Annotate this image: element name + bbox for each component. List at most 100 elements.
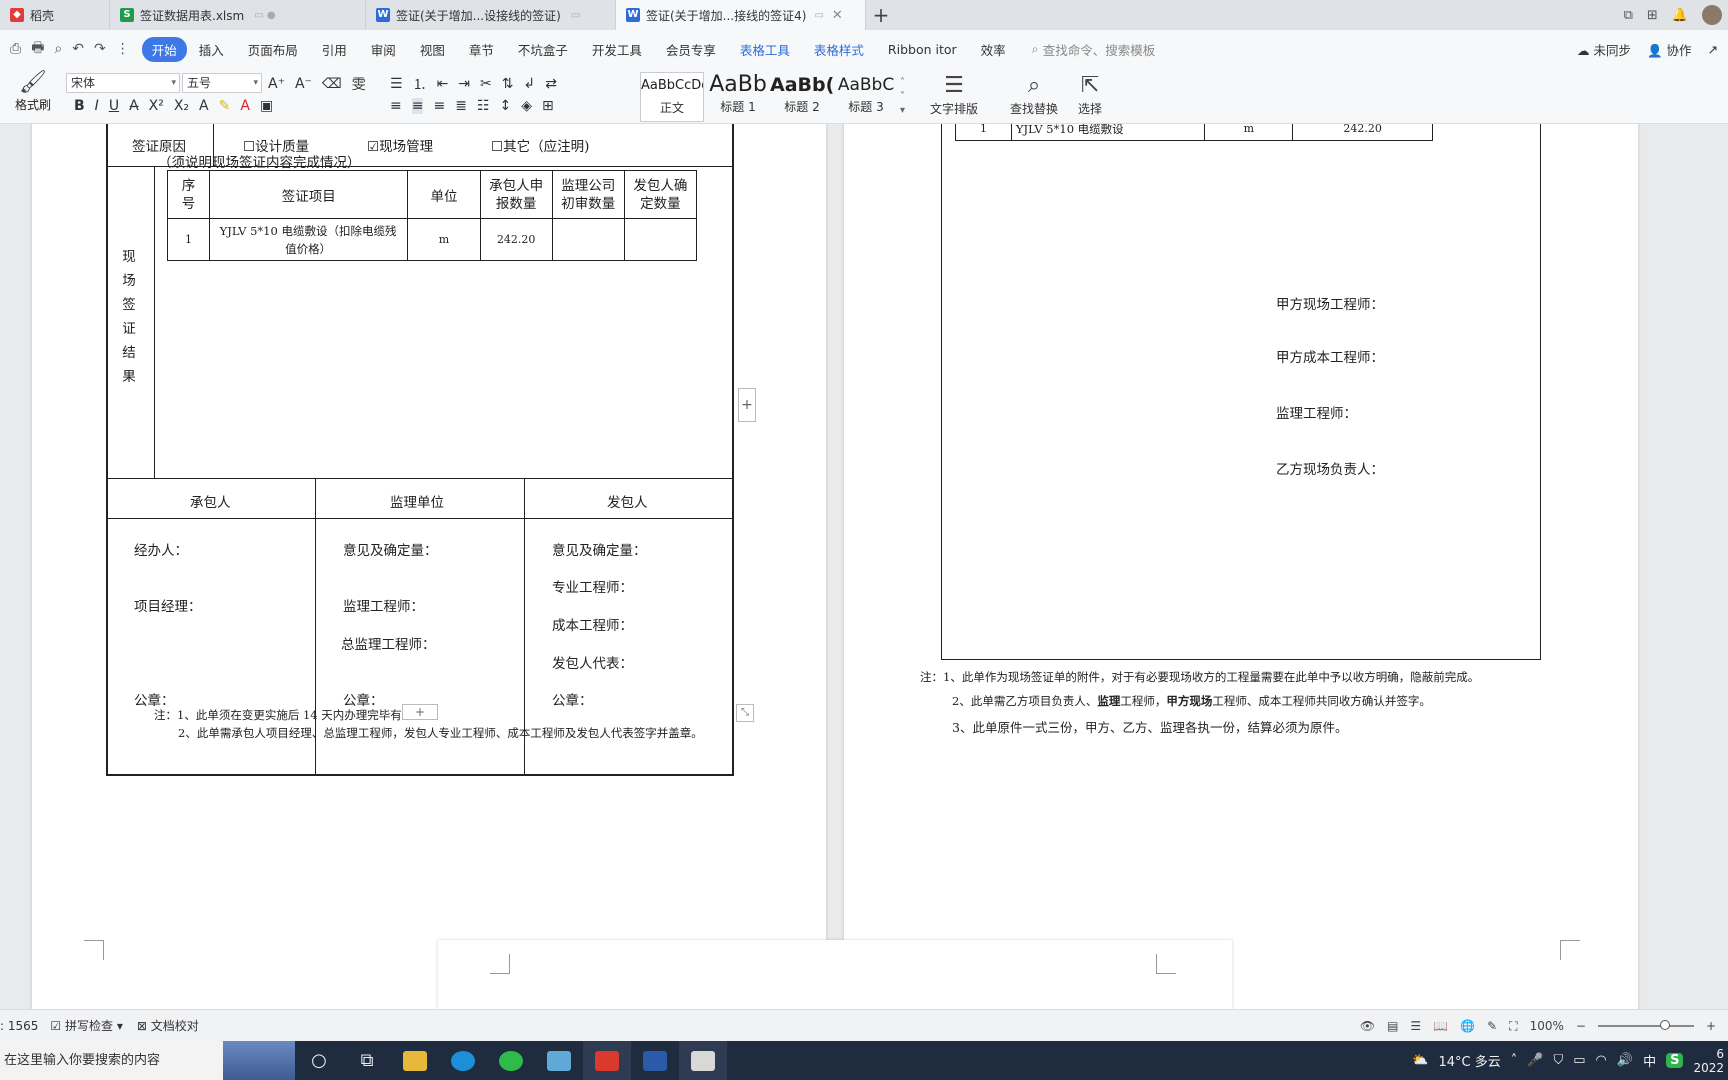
font-name-select[interactable]: 宋体 [66,73,180,93]
snipping-icon[interactable] [679,1041,727,1080]
table-cell[interactable] [551,218,625,261]
menu-efficiency[interactable]: 效率 [969,40,1018,59]
taskbar-search[interactable]: 在这里输入你要搜索的内容 [0,1041,295,1080]
menu-review[interactable]: 审阅 [359,40,408,59]
borders-icon[interactable]: ⊞ [542,98,554,114]
weather-icon[interactable]: ⛅ [1412,1053,1428,1068]
menu-view[interactable]: 视图 [408,40,457,59]
read-view-icon[interactable]: 📖 [1433,1019,1448,1033]
calculator-icon[interactable] [631,1041,679,1080]
phonetic-icon[interactable]: 雯 [352,74,366,94]
select-button[interactable]: ⇱ 选择 [1078,72,1102,117]
menu-references[interactable]: 引用 [310,40,359,59]
align-center-icon[interactable]: ≡ [411,98,424,114]
file-explorer-icon[interactable] [391,1041,439,1080]
layout-icon[interactable]: ⧉ [1624,8,1633,23]
menu-section[interactable]: 章节 [457,40,506,59]
table-cell[interactable]: YJLV 5*10 电缆敷设 [1010,124,1206,141]
weather-text[interactable]: 14°C 多云 [1439,1051,1501,1070]
font-color-icon[interactable]: A [240,98,250,114]
bell-icon[interactable]: 🔔 [1672,8,1688,23]
bullets-icon[interactable]: ☰ [390,76,403,92]
pin-icon[interactable]: ▭ ● [254,10,275,21]
chinese-layout-icon[interactable]: ✂ [480,76,492,92]
fit-icon[interactable]: ⛶ [1509,1019,1517,1034]
share-icon[interactable]: ↗ [1708,42,1718,57]
notes-app-icon[interactable] [535,1041,583,1080]
wps-icon[interactable] [583,1041,631,1080]
reason-option-other[interactable]: ☐其它（应注明) [491,135,589,155]
highlight-icon[interactable]: ✎ [219,98,231,114]
wechat-icon[interactable] [487,1041,535,1080]
superscript-icon[interactable]: X² [149,98,164,114]
align-left-icon[interactable]: ≡ [390,98,402,114]
menu-bukeng[interactable]: 不坑盒子 [506,40,580,59]
eye-icon[interactable]: 👁 [1360,1019,1375,1033]
menu-page-layout[interactable]: 页面布局 [236,40,310,59]
proofread-button[interactable]: ⊠ 文档校对 [137,1017,199,1034]
tab-doc-2[interactable]: W 签证(关于增加...接线的签证4) ▭ ✕ [616,0,866,30]
zoom-out-icon[interactable]: − [1576,1019,1586,1033]
close-icon[interactable]: ✕ [832,8,843,23]
resize-handle-icon[interactable]: ⤡ [736,704,754,722]
tab-docer[interactable]: ◆ 稻壳 [0,0,110,30]
style-normal[interactable]: AaBbCcDd 正文 [640,72,704,122]
tab-icon[interactable]: ⇄ [545,76,557,92]
network-icon[interactable]: ◠ [1596,1053,1607,1068]
subscript-icon[interactable]: X₂ [174,98,189,114]
justify-icon[interactable]: ≣ [455,98,467,114]
more-icon[interactable]: ⋮ [116,41,130,57]
text-layout-button[interactable]: ☰ 文字排版 [930,72,978,117]
style-heading-2[interactable]: AaBb( 标题 2 [770,72,834,122]
word-count[interactable]: : 1565 [0,1019,38,1033]
distribute-icon[interactable]: ☷ [477,98,490,114]
menu-home[interactable]: 开始 [141,36,187,62]
save-icon[interactable]: ⎙ [10,41,21,57]
char-border-icon[interactable]: ▣ [260,98,273,114]
find-replace-button[interactable]: ⌕ 查找替换 [1010,72,1058,117]
italic-icon[interactable]: I [95,98,99,114]
page-view-icon[interactable]: ▤ [1387,1019,1398,1033]
underline-icon[interactable]: U [109,98,119,114]
table-cell[interactable]: 1 [955,124,1012,141]
add-row-button[interactable]: + [402,704,438,720]
cortana-icon[interactable]: ○ [295,1041,343,1080]
clear-format-icon[interactable]: ⌫ [322,76,342,92]
ime-indicator[interactable]: 中 [1643,1051,1656,1070]
edge-icon[interactable] [439,1041,487,1080]
security-icon[interactable]: ⛉ [1553,1053,1563,1068]
align-right-icon[interactable]: ≡ [433,98,445,114]
add-column-button[interactable]: + [738,388,756,422]
table-cell[interactable]: 242.20 [1292,124,1433,141]
text-effect-icon[interactable]: A [199,98,209,114]
sync-button[interactable]: ☁ 未同步 [1577,40,1631,59]
grid-icon[interactable]: ⊞ [1647,8,1658,23]
undo-icon[interactable]: ↶ [72,41,84,57]
table-cell[interactable]: m [1204,124,1294,141]
zoom-in-icon[interactable]: + [1706,1019,1716,1033]
shading-icon[interactable]: ◈ [521,98,532,114]
format-painter-button[interactable]: 🖌 格式刷 [12,70,54,113]
battery-icon[interactable]: ▭ [1573,1053,1585,1068]
reason-option-site[interactable]: ☑现场管理 [367,135,433,155]
menu-ribbon-itor[interactable]: Ribbon itor [876,42,969,57]
volume-icon[interactable]: 🔊 [1617,1053,1633,1068]
tab-doc-1[interactable]: W 签证(关于增加...设接线的签证) ▭ [366,0,616,30]
show-hidden-icon[interactable]: ˄ [1511,1053,1518,1068]
outline-view-icon[interactable]: ☰ [1410,1019,1421,1033]
new-tab-button[interactable]: + [866,0,896,30]
microphone-icon[interactable]: 🎤 [1527,1053,1543,1068]
zoom-level[interactable]: 100% [1530,1019,1564,1033]
strike-icon[interactable]: A̶ [129,98,139,114]
command-search[interactable]: ⌕ 查找命令、搜索模板 [1032,40,1156,59]
table-cell[interactable]: YJLV 5*10 电缆敷设（扣除电缆残值价格） [209,218,409,261]
menu-developer[interactable]: 开发工具 [580,40,654,59]
web-view-icon[interactable]: 🌐 [1460,1019,1475,1033]
outdent-icon[interactable]: ⇤ [437,76,449,92]
sogou-tray-icon[interactable]: S [1666,1053,1684,1068]
pin-icon[interactable]: ▭ [814,10,823,21]
avatar[interactable] [1702,5,1722,25]
print-icon[interactable]: 🖶 [31,37,44,61]
grow-font-icon[interactable]: A⁺ [268,76,285,92]
spell-check-button[interactable]: ☑ 拼写检查 ▾ [50,1017,122,1034]
